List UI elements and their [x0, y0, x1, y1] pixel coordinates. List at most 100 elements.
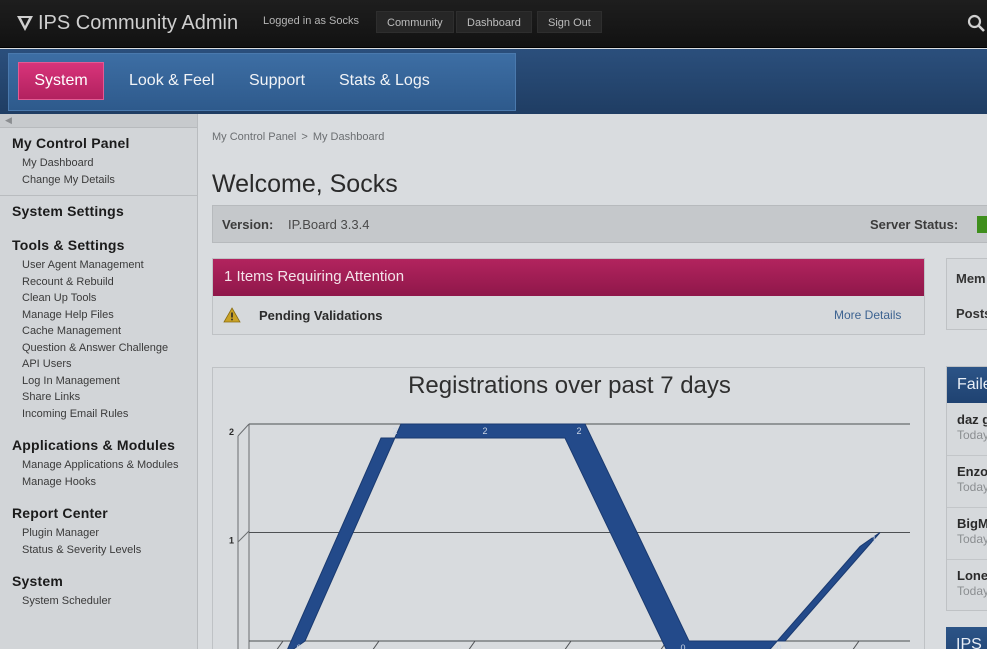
failed-login-name: BigM — [957, 516, 987, 531]
sidebar-item-cache-management[interactable]: Cache Management — [12, 323, 185, 340]
failed-logins-panel: Faile daz g Today Enzo Today BigM Today … — [946, 366, 987, 611]
sidebar-item-question-answer-challenge[interactable]: Question & Answer Challenge — [12, 340, 185, 357]
attention-title: 1 Items Requiring Attention — [213, 259, 924, 296]
ips-news-panel: IPS — [946, 627, 987, 649]
chart-floor-line — [276, 640, 284, 649]
list-item[interactable]: Enzo Today — [957, 464, 987, 494]
stats-panel: Mem Posts — [946, 258, 987, 330]
sidebar-item-manage-help-files[interactable]: Manage Help Files — [12, 307, 185, 324]
list-divider — [947, 455, 987, 456]
sidebar-group-system: System System Scheduler — [0, 558, 197, 610]
version-value: IP.Board 3.3.4 — [288, 217, 370, 232]
stat-label-members: Mem — [956, 271, 986, 286]
chart-data-label: 2 — [482, 426, 487, 436]
failed-login-time: Today — [957, 584, 987, 598]
failed-logins-title: Faile — [947, 367, 987, 403]
chart-floor-line — [564, 640, 572, 649]
sidebar-item-manage-applications[interactable]: Manage Applications & Modules — [12, 457, 185, 474]
server-status-label: Server Status: — [870, 217, 959, 232]
sign-out-button[interactable]: Sign Out — [537, 11, 602, 33]
tab-look-feel[interactable]: Look & Feel — [129, 72, 214, 90]
failed-login-time: Today — [957, 428, 987, 442]
server-status-badge — [977, 216, 987, 233]
community-button[interactable]: Community — [376, 11, 454, 33]
sidebar-item-recount-rebuild[interactable]: Recount & Rebuild — [12, 274, 185, 291]
ips-logo-icon — [17, 16, 33, 31]
sidebar-collapse-icon[interactable]: ◀ — [0, 114, 197, 128]
breadcrumb-separator: > — [301, 131, 308, 143]
chart-data-label: 0 — [296, 643, 301, 649]
app-title: IPS Community Admin — [38, 11, 239, 34]
top-bar: IPS Community Admin Logged in as Socks C… — [0, 0, 987, 48]
sidebar-item-my-dashboard[interactable]: My Dashboard — [12, 155, 185, 172]
chart-data-label: 0 — [680, 643, 685, 649]
chart-axis-edge — [237, 530, 250, 543]
sidebar-heading: Applications & Modules — [12, 437, 176, 453]
chart-y-tick-label: 2 — [229, 427, 234, 437]
breadcrumb: My Control Panel > My Dashboard — [212, 131, 384, 143]
registrations-chart: Registrations over past 7 days 120222001 — [212, 367, 925, 649]
failed-login-name: Lone — [957, 568, 987, 583]
attention-panel: 1 Items Requiring Attention Pending Vali… — [212, 258, 925, 335]
version-bar: Version: IP.Board 3.3.4 Server Status: — [212, 205, 987, 243]
failed-login-name: Enzo — [957, 464, 987, 479]
sidebar-group-applications-modules: Applications & Modules Manage Applicatio… — [0, 422, 197, 490]
page-title: Welcome, Socks — [212, 170, 398, 198]
chart-y-tick-label: 1 — [229, 536, 234, 546]
sidebar-item-log-in-management[interactable]: Log In Management — [12, 373, 185, 390]
stat-label-posts: Posts — [956, 306, 987, 321]
sidebar-item-share-links[interactable]: Share Links — [12, 389, 185, 406]
breadcrumb-current: My Dashboard — [312, 131, 385, 143]
sidebar-item-clean-up-tools[interactable]: Clean Up Tools — [12, 290, 185, 307]
sidebar-item-plugin-manager[interactable]: Plugin Manager — [12, 525, 185, 542]
chart-plot: 1 2 0 2 2 2 0 0 1 — [229, 423, 910, 649]
chart-series-ribbon — [287, 423, 881, 649]
sidebar-heading: Tools & Settings — [12, 237, 125, 253]
chart-data-label: 1 — [871, 535, 876, 545]
sidebar-group-tools-settings: Tools & Settings User Agent Management R… — [0, 223, 197, 422]
breadcrumb-link-my-control-panel[interactable]: My Control Panel — [212, 131, 296, 143]
chart-floor-line — [852, 640, 860, 649]
search-icon[interactable] — [967, 14, 985, 32]
attention-item-title: Pending Validations — [259, 308, 383, 323]
main-content: My Control Panel > My Dashboard Welcome, S… — [198, 114, 987, 649]
sidebar-item-change-my-details[interactable]: Change My Details — [12, 172, 185, 189]
sidebar-heading: Report Center — [12, 505, 108, 521]
sidebar-item-user-agent-management[interactable]: User Agent Management — [12, 257, 185, 274]
warning-icon — [223, 307, 241, 323]
chart-data-label: 2 — [392, 426, 397, 436]
list-item[interactable]: Lone Today — [957, 568, 987, 598]
logged-in-text: Logged in as Socks — [263, 15, 360, 27]
chart-floor-line — [468, 640, 476, 649]
tab-support[interactable]: Support — [249, 72, 305, 90]
failed-login-name: daz g — [957, 412, 987, 427]
main-nav: Look & Feel Support Stats & Logs — [0, 49, 987, 114]
sidebar: ◀ My Control Panel My Dashboard Change M… — [0, 114, 198, 649]
list-item[interactable]: daz g Today — [957, 412, 987, 442]
sidebar-heading-link[interactable]: System Settings — [12, 203, 185, 219]
more-details-link[interactable]: More Details — [834, 308, 901, 322]
sidebar-heading: My Control Panel — [12, 135, 130, 151]
version-label: Version: — [222, 217, 274, 232]
list-divider — [947, 559, 987, 560]
attention-item: Pending Validations More Details — [213, 296, 924, 334]
sidebar-item-incoming-email-rules[interactable]: Incoming Email Rules — [12, 406, 185, 423]
sidebar-group-system-settings: System Settings — [0, 196, 197, 219]
sidebar-heading: System — [12, 573, 64, 589]
sidebar-group-report-center: Report Center Plugin Manager Status & Se… — [0, 490, 197, 558]
chart-data-label: 2 — [576, 426, 581, 436]
sidebar-item-manage-hooks[interactable]: Manage Hooks — [12, 474, 185, 491]
dashboard-button[interactable]: Dashboard — [456, 11, 532, 33]
sidebar-item-system-scheduler[interactable]: System Scheduler — [12, 593, 185, 610]
failed-login-time: Today — [957, 480, 987, 494]
list-item[interactable]: BigM Today — [957, 516, 987, 546]
chart-data-label: 0 — [776, 643, 781, 649]
chart-floor-line — [372, 640, 380, 649]
chart-axis-edge — [237, 423, 250, 437]
tab-stats-logs[interactable]: Stats & Logs — [339, 72, 430, 90]
sidebar-item-api-users[interactable]: API Users — [12, 356, 185, 373]
list-divider — [947, 507, 987, 508]
app-logo[interactable]: IPS Community Admin — [16, 10, 238, 36]
sidebar-item-status-severity-levels[interactable]: Status & Severity Levels — [12, 542, 185, 559]
tab-system[interactable]: System — [18, 62, 104, 100]
